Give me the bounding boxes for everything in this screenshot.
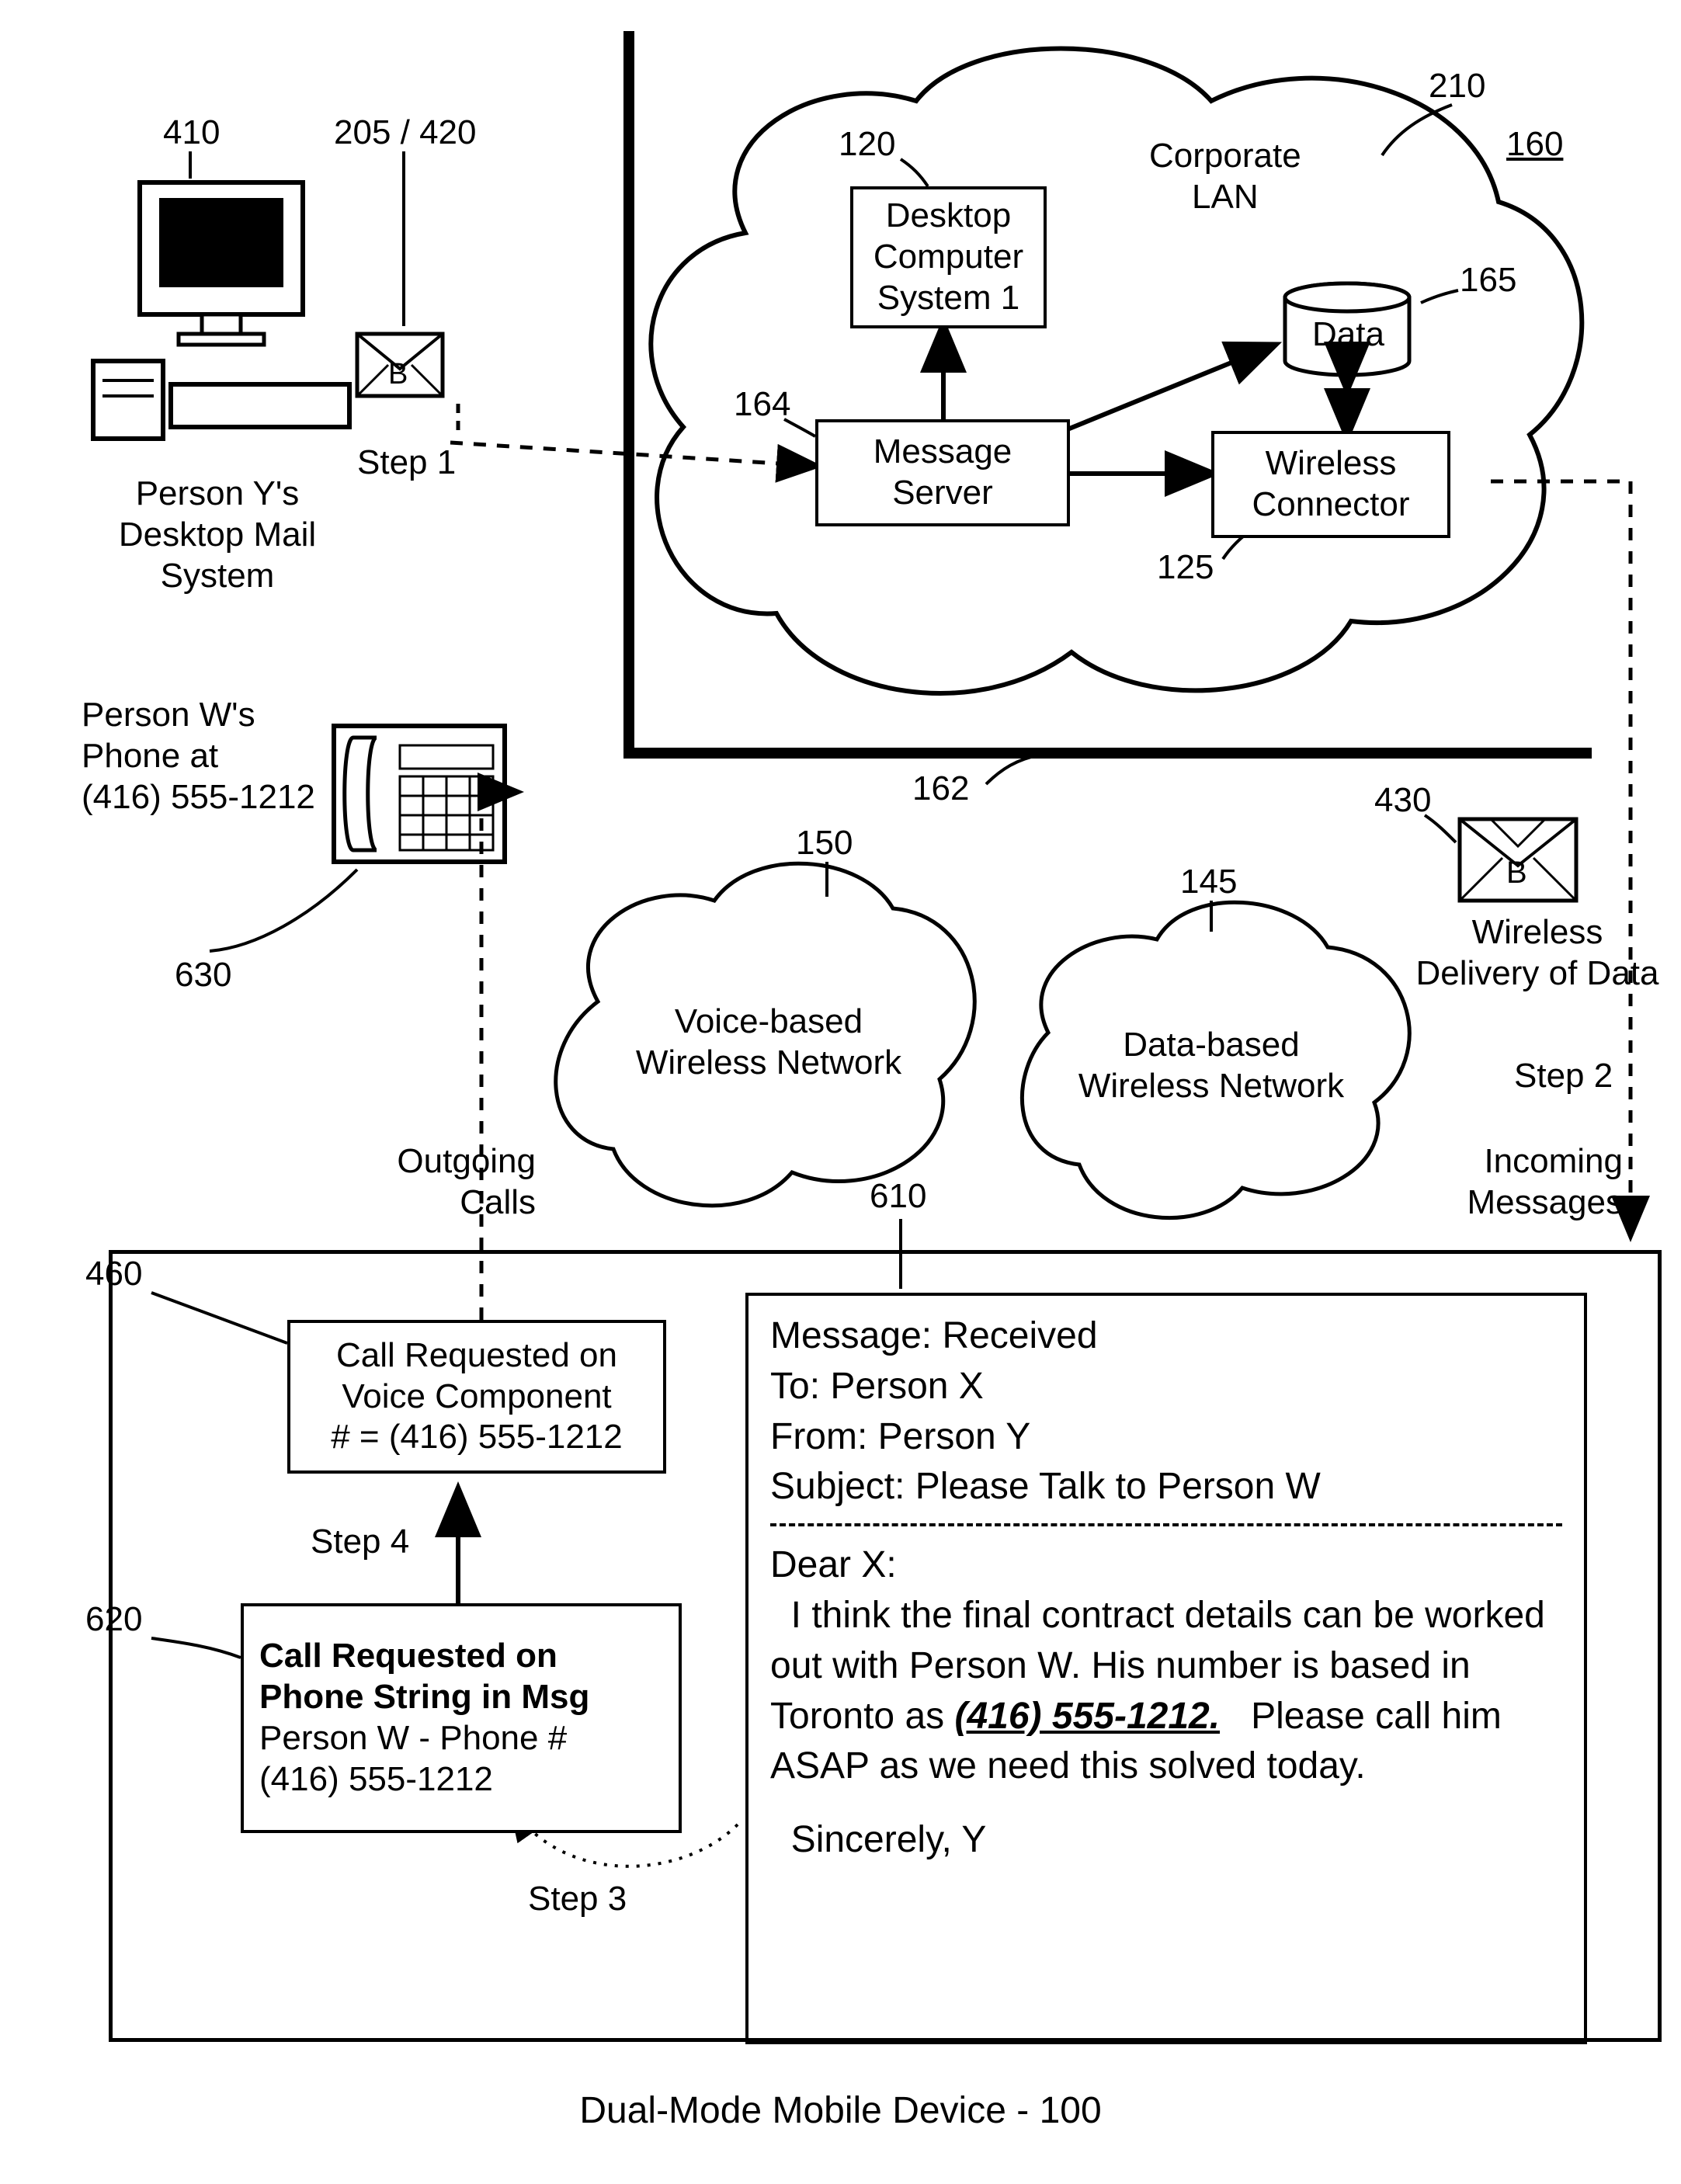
ref-125: 125 (1157, 547, 1214, 589)
step4-label: Step 4 (311, 1522, 409, 1563)
phone-icon (334, 726, 505, 862)
outgoing-calls-label: Outgoing Calls (365, 1141, 536, 1224)
ref-150: 150 (796, 823, 853, 864)
call-req-msg-title: Call Requested on Phone String in Msg (259, 1636, 589, 1718)
corporate-lan-label: Corporate LAN (1149, 136, 1301, 218)
msg-body4: Sincerely, Y (770, 1815, 1562, 1866)
footer-label: Dual-Mode Mobile Device - 100 (0, 2089, 1681, 2134)
step3-label: Step 3 (528, 1879, 627, 1920)
leader-630 (210, 870, 357, 951)
message-box: Message: Received To: Person X From: Per… (745, 1293, 1587, 2044)
ref-165: 165 (1460, 260, 1516, 301)
step1-label: Step 1 (357, 443, 456, 484)
desktop-computer-label: Desktop Computer System 1 (873, 196, 1023, 318)
envelope-b-large-letter: B (1506, 854, 1527, 891)
incoming-messages-label: Incoming Messages (1421, 1141, 1623, 1224)
call-req-msg-line1: Person W - Phone # (259, 1718, 567, 1759)
diagram-canvas: 160 210 120 165 164 125 162 410 205 / 42… (0, 0, 1681, 2184)
corporate-lan-cloud (651, 49, 1582, 693)
ref-120: 120 (839, 124, 895, 165)
step2-label: Step 2 (1514, 1056, 1613, 1097)
leader-162 (986, 755, 1040, 784)
call-req-voice-label: Call Requested on Voice Component # = (4… (331, 1335, 623, 1458)
person-y-label: Person Y's Desktop Mail System (93, 474, 342, 596)
msg-phone-bold: (416) 555-1212. (954, 1696, 1220, 1737)
msg-body-wrap: I think the final contract details can b… (770, 1591, 1562, 1792)
ref-162: 162 (912, 769, 969, 810)
ref-210: 210 (1429, 66, 1485, 107)
msg-divider (770, 1523, 1562, 1526)
call-req-msg-box: Call Requested on Phone String in Msg Pe… (241, 1603, 682, 1833)
leader-210 (1382, 105, 1452, 155)
leader-165 (1421, 290, 1458, 303)
call-req-msg-line2: (416) 555-1212 (259, 1759, 493, 1800)
call-req-voice-box: Call Requested on Voice Component # = (4… (287, 1320, 666, 1474)
wireless-connector-box: Wireless Connector (1211, 431, 1450, 538)
msg-from: From: Person Y (770, 1412, 1562, 1463)
voice-network-label: Voice-based Wireless Network (621, 1002, 916, 1084)
msg-to: To: Person X (770, 1362, 1562, 1412)
ref-145: 145 (1180, 862, 1237, 903)
data-network-label: Data-based Wireless Network (1064, 1025, 1359, 1107)
ref-160: 160 (1506, 124, 1563, 165)
ref-164: 164 (734, 384, 790, 425)
msg-body1: Dear X: (770, 1540, 1562, 1591)
ref-410: 410 (163, 113, 220, 154)
wireless-delivery-label: Wireless Delivery of Data (1405, 912, 1669, 995)
wireless-connector-label: Wireless Connector (1252, 443, 1409, 526)
outgoing-calls-arrow (481, 792, 516, 1320)
desktop-computer-icon (93, 182, 349, 439)
arrow-ms-to-data (1064, 345, 1273, 431)
data-label: Data (1312, 314, 1384, 356)
msg-subject: Subject: Please Talk to Person W (770, 1462, 1562, 1512)
message-server-label: Message Server (873, 432, 1012, 514)
desktop-computer-box: Desktop Computer System 1 (850, 186, 1047, 328)
ref-205-420: 205 / 420 (334, 113, 477, 154)
ref-430: 430 (1374, 780, 1431, 821)
envelope-b-small-letter: B (388, 357, 408, 393)
leader-120 (901, 159, 928, 186)
ref-630: 630 (175, 955, 231, 996)
person-w-label: Person W's Phone at (416) 555-1212 (82, 695, 330, 818)
message-server-box: Message Server (815, 419, 1070, 526)
ref-610: 610 (870, 1176, 926, 1217)
msg-line1: Message: Received (770, 1311, 1562, 1362)
